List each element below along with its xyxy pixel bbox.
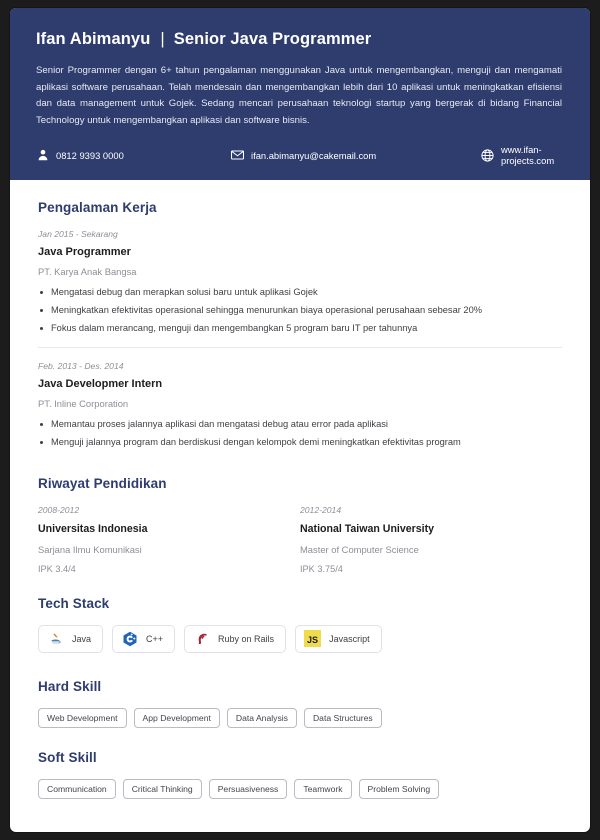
soft-skill-section: Soft Skill Communication Critical Thinki…: [38, 750, 562, 799]
contact-website-value: www.ifan-projects.com: [501, 144, 555, 166]
experience-section-title: Pengalaman Kerja: [38, 200, 157, 215]
tech-chip-label: Javascript: [329, 633, 370, 644]
header-title-row: Ifan Abimanyu | Senior Java Programmer: [36, 30, 564, 49]
javascript-logo-icon: JS: [304, 630, 322, 648]
person-icon: [36, 149, 49, 162]
education-degree: Sarjana Ilmu Komunikasi: [38, 543, 142, 555]
resume-body: Pengalaman Kerja Jan 2015 - Sekarang Jav…: [10, 180, 590, 799]
experience-date: Feb. 2013 - Des. 2014: [38, 361, 124, 372]
education-entry: 2012-2014 National Taiwan University Mas…: [300, 505, 562, 574]
experience-date: Jan 2015 - Sekarang: [38, 229, 118, 239]
tech-chip-java[interactable]: Java: [38, 624, 104, 653]
experience-role: Java Programmer: [38, 246, 131, 258]
experience-bullet: Fokus dalam merancang, menguji dan menge…: [38, 322, 562, 335]
hard-skill-section: Hard Skill Web Development App Developme…: [38, 679, 562, 728]
candidate-name: Ifan Abimanyu: [36, 30, 151, 48]
experience-bullet: Memantau proses jalannya aplikasi dan me…: [38, 418, 562, 431]
experience-bullet: Menguji jalannya program dan berdiskusi …: [38, 436, 562, 449]
soft-skill-pill[interactable]: Problem Solving: [358, 778, 440, 799]
education-entry: 2008-2012 Universitas Indonesia Sarjana …: [38, 505, 300, 574]
tech-chip-label: Java: [72, 633, 92, 644]
rails-logo-icon: [193, 630, 210, 647]
experience-bullet: Mengatasi debug dan merapkan solusi baru…: [38, 286, 562, 299]
experience-role: Java Developmer Intern: [38, 378, 163, 391]
candidate-summary: Senior Programmer dengan 6+ tahun pengal…: [36, 65, 562, 126]
candidate-role: Senior Java Programmer: [173, 30, 372, 48]
contact-phone-value: 0812 9393 0000: [56, 149, 124, 161]
experience-bullets: Mengatasi debug dan merapkan solusi baru…: [38, 286, 562, 335]
svg-text:JS: JS: [307, 635, 318, 645]
education-gpa: IPK 3.4/4: [38, 563, 76, 574]
resume-page: Ifan Abimanyu | Senior Java Programmer S…: [10, 8, 590, 832]
tech-stack-section-title: Tech Stack: [38, 595, 110, 611]
education-section-title: Riwayat Pendidikan: [38, 475, 167, 491]
soft-skill-pill[interactable]: Teamwork: [294, 778, 352, 799]
tech-chip-ruby-on-rails[interactable]: Ruby on Rails: [184, 624, 287, 653]
hard-skill-pill[interactable]: Data Analysis: [226, 707, 297, 728]
education-degree: Master of Computer Science: [300, 543, 419, 555]
education-date: 2012-2014: [300, 504, 342, 515]
soft-skill-pill[interactable]: Communication: [38, 778, 116, 799]
contact-email[interactable]: ifan.abimanyu@cakemail.com: [231, 149, 481, 162]
hard-skill-section-title: Hard Skill: [38, 678, 102, 694]
tech-stack-section: Tech Stack Java C++ Ruby on Rails JS Jav…: [38, 596, 562, 653]
contact-website[interactable]: www.ifan-projects.com: [481, 144, 564, 166]
resume-header: Ifan Abimanyu | Senior Java Programmer S…: [10, 8, 590, 180]
tech-chip-label: Ruby on Rails: [218, 633, 275, 644]
education-school: Universitas Indonesia: [38, 522, 148, 535]
tech-stack-list: Java C++ Ruby on Rails JS Javascript: [38, 624, 562, 653]
experience-company: PT. Inline Corporation: [38, 398, 129, 410]
soft-skill-section-title: Soft Skill: [38, 749, 97, 765]
experience-entry: Feb. 2013 - Des. 2014 Java Developmer In…: [38, 361, 562, 449]
contact-row: 0812 9393 0000 ifan.abimanyu@cakemail.co…: [36, 144, 564, 166]
tech-chip-label: C++: [146, 633, 164, 644]
experience-bullet: Meningkatkan efektivitas operasional seh…: [38, 304, 562, 317]
cplusplus-logo-icon: [121, 630, 138, 647]
experience-entry: Jan 2015 - Sekarang Java Programmer PT. …: [38, 229, 562, 335]
hard-skill-list: Web Development App Development Data Ana…: [38, 707, 562, 728]
tech-chip-javascript[interactable]: JS Javascript: [295, 624, 382, 653]
contact-email-value: ifan.abimanyu@cakemail.com: [251, 149, 377, 161]
globe-icon: [481, 148, 494, 162]
experience-company: PT. Karya Anak Bangsa: [38, 266, 137, 277]
education-grid: 2008-2012 Universitas Indonesia Sarjana …: [38, 505, 562, 574]
hard-skill-pill[interactable]: Data Structures: [303, 707, 382, 728]
education-school: National Taiwan University: [300, 522, 435, 535]
soft-skill-pill[interactable]: Persuasiveness: [208, 778, 288, 799]
tech-chip-cplusplus[interactable]: C++: [112, 624, 176, 653]
java-logo-icon: [47, 630, 64, 647]
experience-divider: [38, 347, 562, 349]
experience-bullets: Memantau proses jalannya aplikasi dan me…: [38, 418, 562, 449]
contact-phone[interactable]: 0812 9393 0000: [36, 149, 231, 162]
education-date: 2008-2012: [38, 504, 80, 515]
soft-skill-list: Communication Critical Thinking Persuasi…: [38, 778, 562, 799]
hard-skill-pill[interactable]: App Development: [133, 707, 220, 728]
experience-section: Pengalaman Kerja Jan 2015 - Sekarang Jav…: [38, 200, 562, 450]
hard-skill-pill[interactable]: Web Development: [38, 707, 127, 728]
envelope-icon: [231, 149, 244, 162]
title-separator: |: [160, 30, 165, 48]
education-gpa: IPK 3.75/4: [300, 563, 343, 574]
soft-skill-pill[interactable]: Critical Thinking: [122, 778, 202, 799]
education-section: Riwayat Pendidikan 2008-2012 Universitas…: [38, 476, 562, 574]
